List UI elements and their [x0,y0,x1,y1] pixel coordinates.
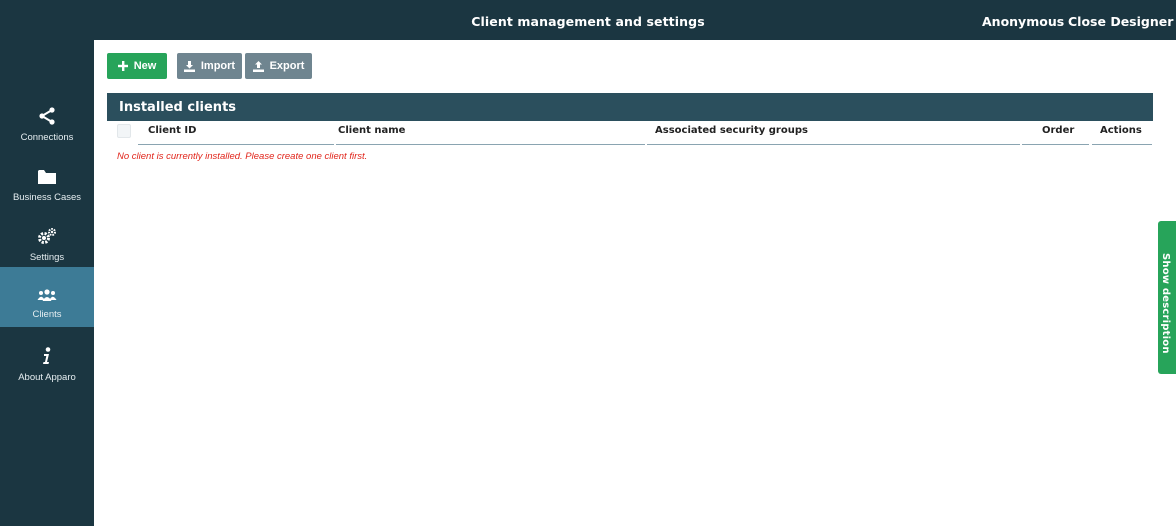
sidebar-item-label: Clients [32,309,62,320]
column-header-client-id[interactable]: Client ID [138,121,334,145]
sidebar-item-label: Settings [29,252,65,263]
sidebar-item-clients[interactable]: Clients [0,267,94,327]
installed-clients-header: Installed clients [107,93,1153,121]
upload-icon [252,60,264,72]
sidebar-item-label: Business Cases [12,192,82,203]
import-button[interactable]: Import [177,53,242,79]
user-name[interactable]: Anonymous [982,0,1064,44]
users-icon [0,285,94,305]
share-icon [0,106,94,126]
sidebar-item-settings[interactable]: Settings [0,210,94,270]
sidebar-item-business-cases[interactable]: Business Cases [0,150,94,210]
top-bar: Client management and settings Anonymous… [0,0,1176,40]
column-header-security-groups[interactable]: Associated security groups [647,121,1020,145]
close-designer-button[interactable]: Close Designer [1068,0,1173,44]
sidebar-item-about[interactable]: About Apparo [0,330,94,390]
folder-icon [0,166,94,186]
new-button[interactable]: New [107,53,167,79]
sidebar-item-connections[interactable]: Connections [0,90,94,150]
gears-icon [0,226,94,246]
empty-table-message: No client is currently installed. Please… [117,151,368,162]
download-icon [183,60,195,72]
export-button[interactable]: Export [245,53,312,79]
show-description-tab[interactable]: Show description [1158,221,1176,374]
show-description-label: Show description [1160,253,1171,354]
info-icon [0,346,94,366]
plus-icon [117,61,128,71]
sidebar: Connections Business Cases Settings Clie… [0,40,94,526]
sidebar-item-label: About Apparo [18,372,76,383]
new-button-label: New [133,60,157,72]
column-header-order[interactable]: Order [1022,121,1089,145]
select-all-checkbox[interactable] [117,124,131,138]
import-button-label: Import [200,60,236,72]
export-button-label: Export [269,60,305,72]
sidebar-item-label: Connections [20,132,74,143]
column-header-client-name[interactable]: Client name [336,121,645,145]
column-header-actions: Actions [1092,121,1152,145]
